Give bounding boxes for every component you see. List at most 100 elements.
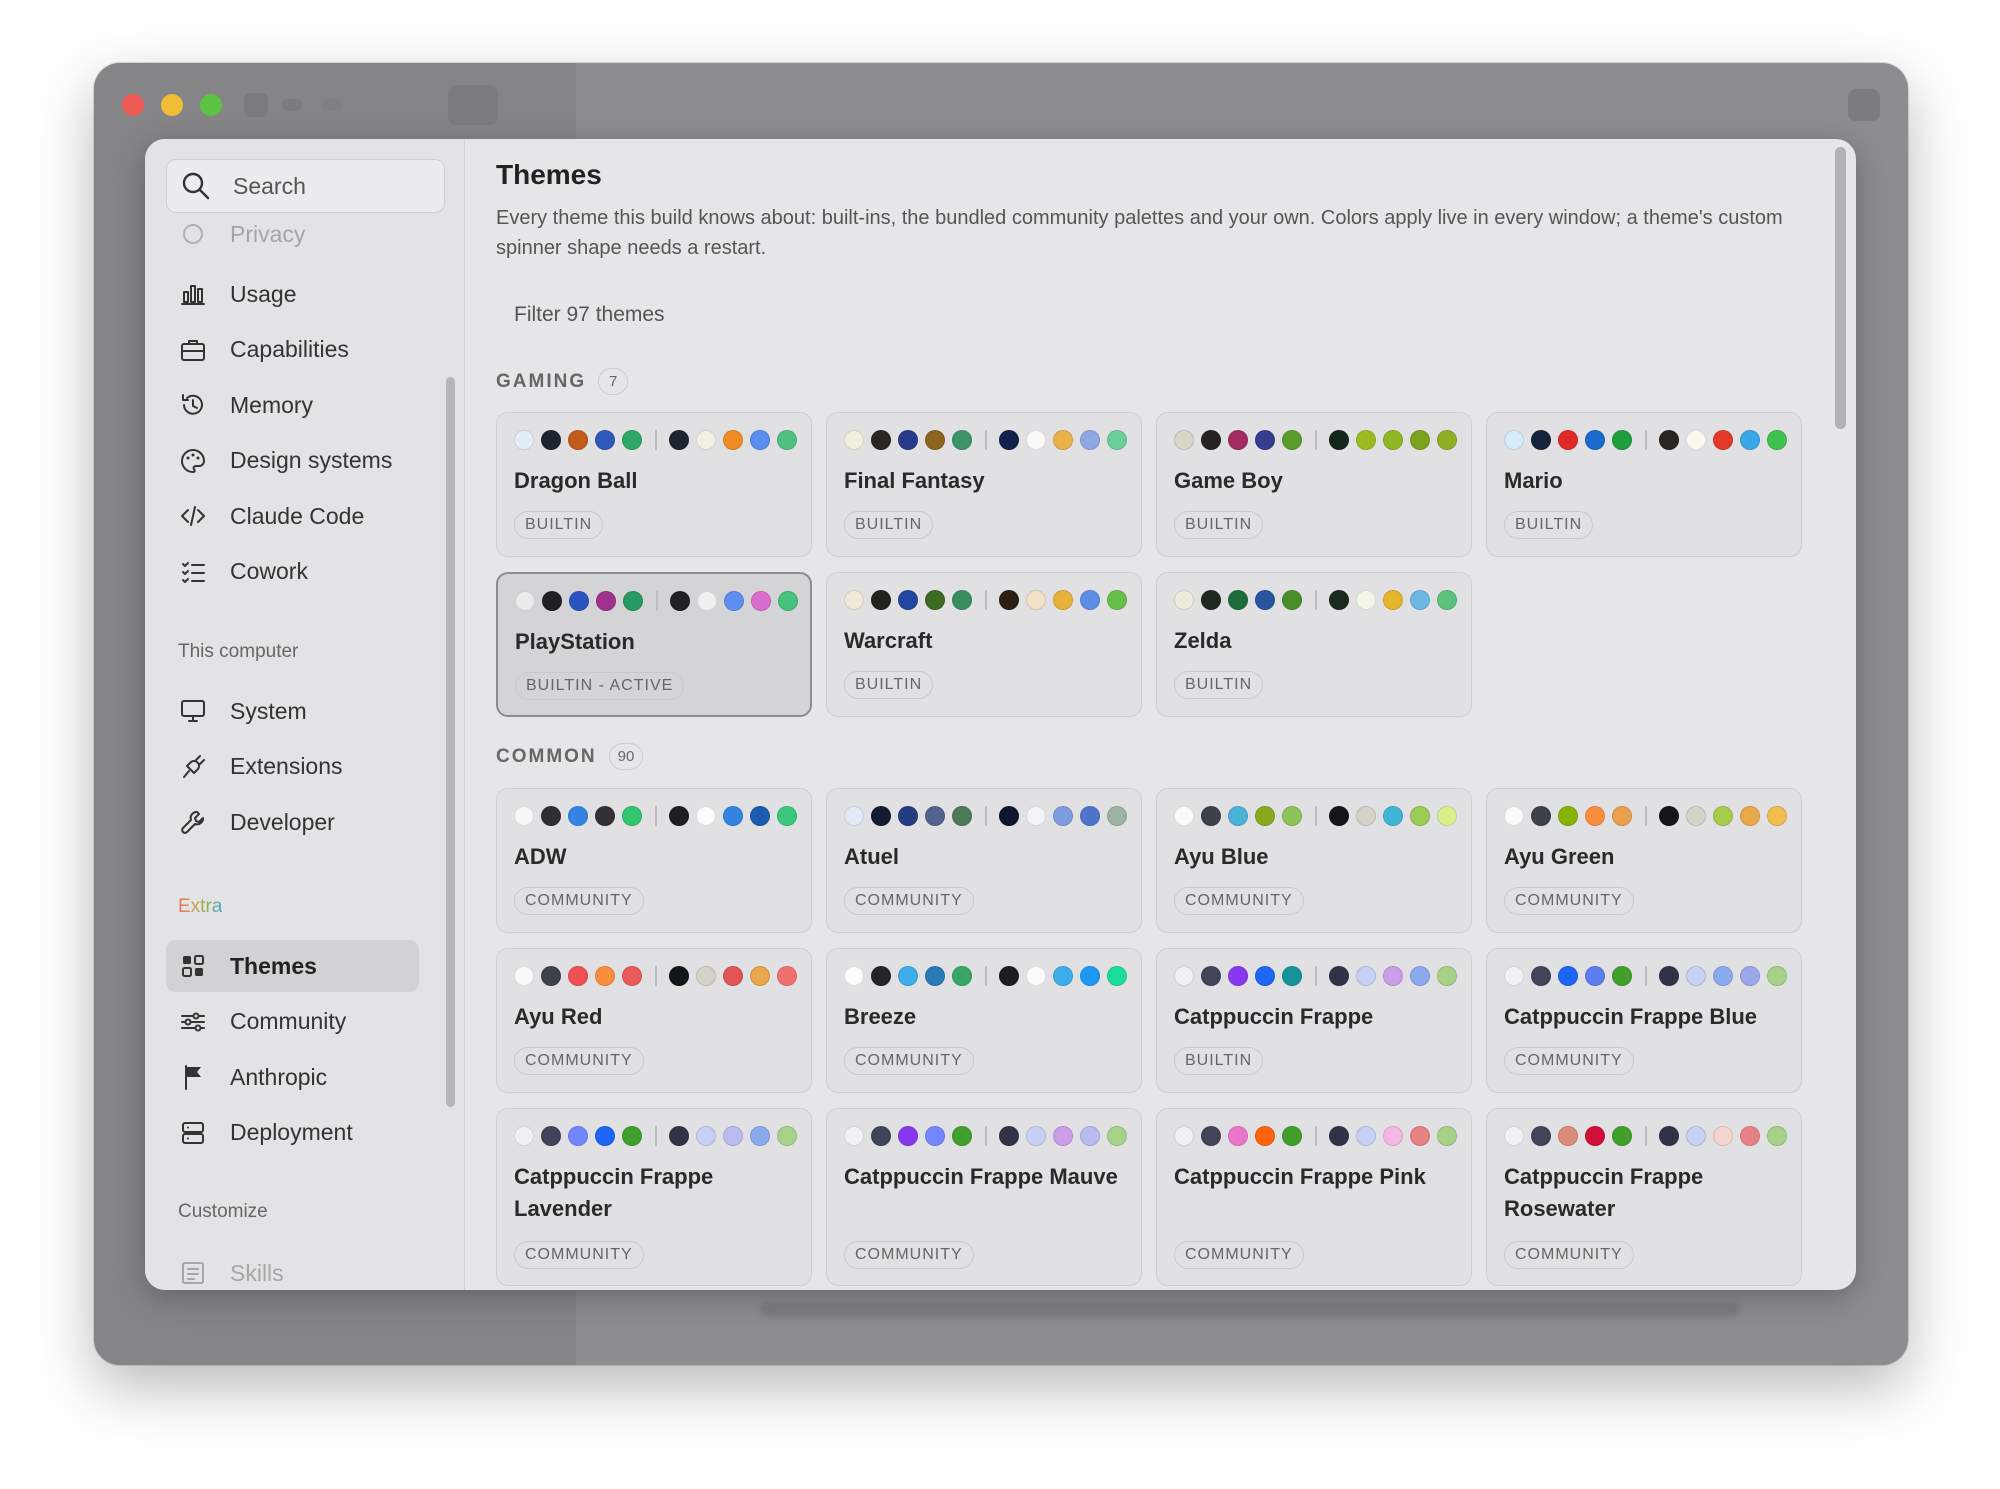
sidebar-item-privacy[interactable]: Privacy xyxy=(166,217,419,251)
color-swatch xyxy=(670,591,690,611)
color-swatch xyxy=(1767,430,1787,450)
swatch-divider xyxy=(1645,806,1647,826)
theme-card[interactable]: ADW COMMUNITY xyxy=(496,788,812,933)
color-swatch xyxy=(1174,806,1194,826)
theme-card[interactable]: Catppuccin Frappe Pink COMMUNITY xyxy=(1156,1108,1472,1286)
theme-card[interactable]: Catppuccin Frappe BUILTIN xyxy=(1156,948,1472,1093)
palette-swatches xyxy=(1174,806,1464,826)
section-extra: Extra xyxy=(178,896,223,917)
color-swatch xyxy=(1740,430,1760,450)
color-swatch xyxy=(1410,430,1430,450)
theme-name: Zelda xyxy=(1174,628,1232,653)
palette-swatches xyxy=(1504,966,1794,986)
color-swatch xyxy=(1255,1126,1275,1146)
color-swatch xyxy=(1740,806,1760,826)
color-swatch xyxy=(1329,966,1349,986)
color-swatch xyxy=(751,591,771,611)
sidebar-item-design-systems[interactable]: Design systems xyxy=(166,435,419,487)
color-swatch xyxy=(514,1126,534,1146)
theme-card[interactable]: Dragon Ball BUILTIN xyxy=(496,412,812,557)
group-header-common: COMMON 90 xyxy=(496,743,644,770)
minimize-window-button[interactable] xyxy=(161,94,183,116)
color-swatch xyxy=(1053,590,1073,610)
sidebar-item-deployment[interactable]: Deployment xyxy=(166,1107,419,1159)
theme-card[interactable]: Warcraft BUILTIN xyxy=(826,572,1142,717)
color-swatch xyxy=(999,430,1019,450)
color-swatch xyxy=(1174,966,1194,986)
sidebar-item-capabilities[interactable]: Capabilities xyxy=(166,324,419,376)
color-swatch xyxy=(898,590,918,610)
theme-name: Breeze xyxy=(844,1004,917,1029)
theme-card[interactable]: Mario BUILTIN xyxy=(1486,412,1802,557)
sidebar-scrollbar[interactable] xyxy=(446,377,455,1107)
color-swatch xyxy=(1174,430,1194,450)
color-swatch xyxy=(1713,430,1733,450)
palette-swatches xyxy=(515,591,805,611)
back-arrow-icon[interactable] xyxy=(282,99,302,111)
theme-source-badge: COMMUNITY xyxy=(514,1047,644,1075)
color-swatch xyxy=(1383,1126,1403,1146)
color-swatch xyxy=(952,590,972,610)
search-input[interactable]: Search xyxy=(166,159,445,213)
theme-card[interactable]: Atuel COMMUNITY xyxy=(826,788,1142,933)
color-swatch xyxy=(1659,966,1679,986)
color-swatch xyxy=(1201,1126,1221,1146)
share-icon[interactable] xyxy=(1848,89,1880,121)
code-icon xyxy=(178,501,208,531)
swatch-divider xyxy=(985,1126,987,1146)
sidebar-item-skills[interactable]: Skills xyxy=(166,1247,419,1290)
filter-input[interactable]: Filter 97 themes xyxy=(514,303,665,327)
theme-card[interactable]: Ayu Blue COMMUNITY xyxy=(1156,788,1472,933)
sidebar-item-claude-code[interactable]: Claude Code xyxy=(166,490,419,542)
palette-swatches xyxy=(1174,966,1464,986)
forward-arrow-icon[interactable] xyxy=(322,99,342,111)
theme-card[interactable]: Catppuccin Frappe Rosewater COMMUNITY xyxy=(1486,1108,1802,1286)
sidebar-item-system[interactable]: System xyxy=(166,685,419,737)
sidebar-item-developer[interactable]: Developer xyxy=(166,796,419,848)
main-scrollbar[interactable] xyxy=(1835,147,1846,429)
color-swatch xyxy=(1713,806,1733,826)
sidebar-item-extensions[interactable]: Extensions xyxy=(166,741,419,793)
theme-card[interactable]: Breeze COMMUNITY xyxy=(826,948,1142,1093)
theme-card[interactable]: Game Boy BUILTIN xyxy=(1156,412,1472,557)
color-swatch xyxy=(898,966,918,986)
sidebar-item-cowork[interactable]: Cowork xyxy=(166,546,419,598)
color-swatch xyxy=(1437,1126,1457,1146)
color-swatch xyxy=(514,966,534,986)
color-swatch xyxy=(1174,1126,1194,1146)
zoom-window-button[interactable] xyxy=(200,94,222,116)
color-swatch xyxy=(1558,430,1578,450)
theme-card[interactable]: Catppuccin Frappe Blue COMMUNITY xyxy=(1486,948,1802,1093)
color-swatch xyxy=(898,430,918,450)
color-swatch xyxy=(595,1126,615,1146)
color-swatch xyxy=(1383,966,1403,986)
theme-card[interactable]: Final Fantasy BUILTIN xyxy=(826,412,1142,557)
sidebar-item-community[interactable]: Community xyxy=(166,996,419,1048)
close-window-button[interactable] xyxy=(122,94,144,116)
theme-card[interactable]: Catppuccin Frappe Mauve COMMUNITY xyxy=(826,1108,1142,1286)
sidebar-item-themes[interactable]: Themes xyxy=(166,940,419,992)
theme-card[interactable]: PlayStation BUILTIN - ACTIVE xyxy=(496,572,812,717)
sidebar-item-usage[interactable]: Usage xyxy=(166,268,419,320)
theme-source-badge: BUILTIN xyxy=(1174,1047,1264,1075)
sidebar-toggle-icon[interactable] xyxy=(244,93,268,117)
sidebar-item-memory[interactable]: Memory xyxy=(166,379,419,431)
sidebar-item-label: Skills xyxy=(230,1259,284,1286)
theme-card[interactable]: Ayu Red COMMUNITY xyxy=(496,948,812,1093)
color-swatch xyxy=(1107,430,1127,450)
color-swatch xyxy=(750,430,770,450)
color-swatch xyxy=(697,591,717,611)
color-swatch xyxy=(1767,966,1787,986)
theme-card[interactable]: Catppuccin Frappe Lavender COMMUNITY xyxy=(496,1108,812,1286)
color-swatch xyxy=(1531,1126,1551,1146)
theme-card[interactable]: Ayu Green COMMUNITY xyxy=(1486,788,1802,933)
color-swatch xyxy=(541,806,561,826)
color-swatch xyxy=(1686,806,1706,826)
sidebar-item-anthropic[interactable]: Anthropic xyxy=(166,1051,419,1103)
chat-icon[interactable] xyxy=(448,85,498,125)
color-swatch xyxy=(1201,590,1221,610)
color-swatch xyxy=(541,966,561,986)
theme-card[interactable]: Zelda BUILTIN xyxy=(1156,572,1472,717)
color-swatch xyxy=(1107,590,1127,610)
palette-swatches xyxy=(844,966,1134,986)
